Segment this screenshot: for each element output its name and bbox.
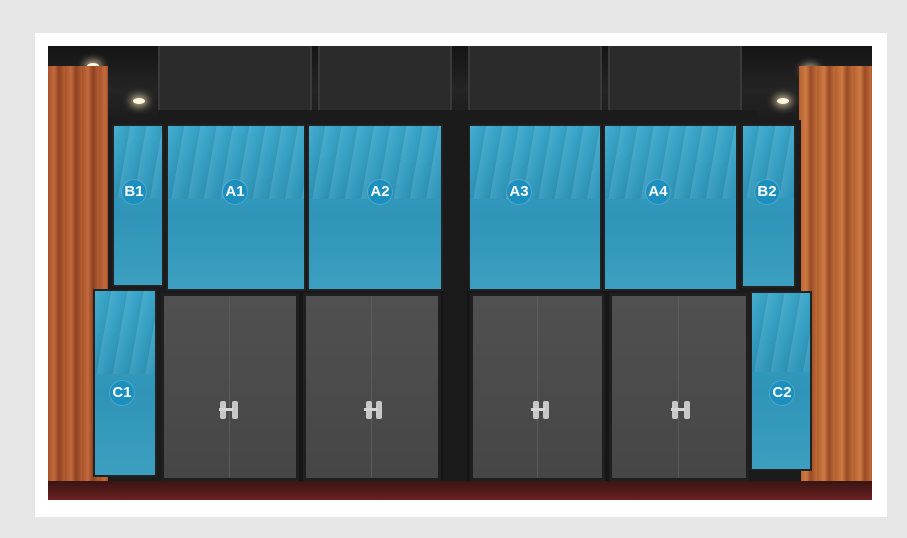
ceiling-light xyxy=(777,98,789,104)
label-a1: A1 xyxy=(223,180,247,204)
door-leaf xyxy=(678,296,746,478)
label-a4: A4 xyxy=(646,180,670,204)
ceiling xyxy=(48,46,872,120)
door-pair xyxy=(609,293,749,481)
door-leaf xyxy=(536,296,602,478)
glass-panel-a2 xyxy=(307,124,443,291)
door-leaf xyxy=(229,296,296,478)
center-post xyxy=(443,120,467,481)
glass-panel-b1 xyxy=(112,124,164,287)
door-lock xyxy=(219,408,233,411)
door-pair xyxy=(470,293,605,481)
label-c1: C1 xyxy=(110,381,134,405)
carpet-floor xyxy=(48,481,872,500)
label-b1: B1 xyxy=(122,180,146,204)
door-leaf xyxy=(612,296,680,478)
label-a3: A3 xyxy=(507,180,531,204)
ceiling-panel xyxy=(468,46,602,110)
ceiling-panel xyxy=(158,46,312,110)
door-leaf xyxy=(473,296,539,478)
door-leaf xyxy=(164,296,231,478)
image-frame: B1 A1 A2 A3 A4 B2 C1 C2 xyxy=(35,33,887,517)
ceiling-panel xyxy=(608,46,742,110)
glass-panel-b2 xyxy=(741,124,796,288)
label-a2: A2 xyxy=(368,180,392,204)
door-leaf xyxy=(371,296,438,478)
glass-panel-a4 xyxy=(603,124,738,291)
door-pair xyxy=(161,293,299,481)
glass-panel-a3 xyxy=(468,124,602,291)
label-b2: B2 xyxy=(755,180,779,204)
glass-panel-a1 xyxy=(166,124,306,291)
storefront-photo: B1 A1 A2 A3 A4 B2 C1 C2 xyxy=(48,46,872,500)
label-c2: C2 xyxy=(770,381,794,405)
ceiling-light xyxy=(133,98,145,104)
door-lock xyxy=(671,408,685,411)
door-pair xyxy=(303,293,441,481)
ceiling-panel xyxy=(318,46,452,110)
door-lock xyxy=(364,408,378,411)
door-leaf xyxy=(306,296,373,478)
door-lock xyxy=(531,408,545,411)
